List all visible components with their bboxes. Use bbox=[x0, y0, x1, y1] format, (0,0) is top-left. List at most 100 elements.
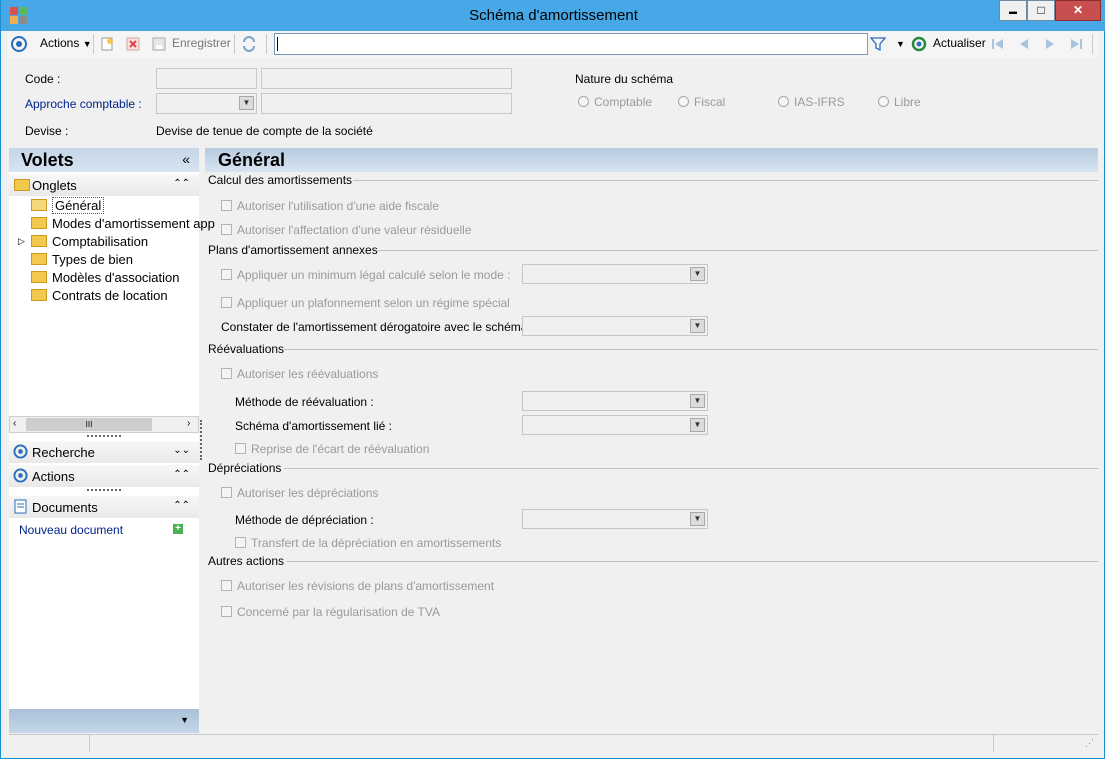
chevron-up-icon[interactable]: ⌃⌃ bbox=[173, 178, 190, 189]
radio-label: Comptable bbox=[594, 95, 653, 109]
checkbox-autoriser-depreciations[interactable]: Autoriser les dépréciations bbox=[221, 486, 378, 500]
tree-item-comptabilisation[interactable]: Comptabilisation bbox=[31, 234, 148, 249]
group-calcul-title: Calcul des amortissements bbox=[208, 173, 353, 187]
close-icon: ✕ bbox=[1072, 3, 1084, 17]
checkbox-transfert-depreciation[interactable]: Transfert de la dépréciation en amortiss… bbox=[235, 536, 501, 550]
checkbox-label: Reprise de l'écart de réévaluation bbox=[251, 442, 430, 456]
tree-item-label: Modes d'amortissement app bbox=[52, 216, 215, 231]
tree-item-modeles-association[interactable]: Modèles d'association bbox=[31, 270, 180, 285]
chevron-up-icon[interactable]: ⌃⌃ bbox=[173, 500, 190, 511]
collapse-pane-icon[interactable]: « bbox=[182, 151, 190, 167]
tree-item-contrats-location[interactable]: Contrats de location bbox=[31, 288, 168, 303]
code-field[interactable] bbox=[156, 68, 257, 89]
checkbox-valeur-residuelle[interactable]: Autoriser l'affectation d'une valeur rés… bbox=[221, 223, 472, 237]
main-window: Schéma d'amortissement ▬ □ ✕ Actions ▼ E… bbox=[0, 0, 1105, 759]
status-bar: ⋰ bbox=[9, 734, 1098, 752]
search-input[interactable] bbox=[274, 33, 868, 55]
new-doc-icon[interactable] bbox=[99, 36, 115, 52]
approche-comptable-link[interactable]: Approche comptable : bbox=[25, 97, 142, 111]
actions-menu[interactable]: Actions ▼ bbox=[40, 36, 92, 50]
expand-arrow-icon[interactable]: ▷ bbox=[18, 236, 25, 247]
tree-item-label: Comptabilisation bbox=[52, 234, 149, 249]
checkbox-regularisation-tva[interactable]: Concerné par la régularisation de TVA bbox=[221, 605, 440, 619]
tree-item-label: Types de bien bbox=[52, 252, 133, 267]
tree-item-modes[interactable]: Modes d'amortissement app bbox=[31, 216, 215, 231]
derogatoire-label: Constater de l'amortissement dérogatoire… bbox=[221, 320, 535, 334]
radio-ias-ifrs[interactable]: IAS-IFRS bbox=[778, 95, 845, 109]
resize-grip-icon[interactable]: ⋰ bbox=[1085, 738, 1094, 749]
scroll-left-icon[interactable]: ‹ bbox=[13, 418, 16, 429]
minimize-icon: ▬ bbox=[1009, 7, 1017, 16]
gear-circle-icon[interactable] bbox=[11, 36, 27, 52]
group-autres-title: Autres actions bbox=[208, 554, 285, 568]
chevron-up-icon[interactable]: ⌃⌃ bbox=[173, 469, 190, 480]
tree-item-types-bien[interactable]: Types de bien bbox=[31, 252, 133, 267]
close-button[interactable]: ✕ bbox=[1055, 0, 1101, 21]
approche-description-field[interactable] bbox=[261, 93, 512, 114]
minimum-legal-select[interactable]: ▼ bbox=[522, 264, 708, 284]
documents-section-header[interactable]: Documents ⌃⌃ bbox=[9, 496, 199, 518]
scroll-right-icon[interactable]: › bbox=[187, 418, 190, 429]
approche-comptable-select[interactable]: ▼ bbox=[156, 93, 257, 114]
radio-fiscal[interactable]: Fiscal bbox=[678, 95, 725, 109]
chevron-down-icon[interactable]: ▼ bbox=[180, 715, 189, 725]
nouveau-document-link[interactable]: Nouveau document bbox=[19, 523, 123, 537]
checkbox-icon bbox=[221, 487, 232, 498]
checkbox-label: Autoriser l'affectation d'une valeur rés… bbox=[237, 223, 472, 237]
separator bbox=[234, 34, 235, 54]
tree-item-label: Général bbox=[52, 197, 105, 214]
checkbox-icon bbox=[221, 580, 232, 591]
tree-item-general[interactable]: Général bbox=[31, 197, 105, 214]
checkbox-revisions-plans[interactable]: Autoriser les révisions de plans d'amort… bbox=[221, 579, 494, 593]
radio-circle-icon bbox=[678, 96, 689, 107]
save-button[interactable]: Enregistrer bbox=[172, 36, 231, 50]
main-section-header: Général bbox=[205, 148, 1098, 172]
filter-dropdown-icon[interactable]: ▼ bbox=[896, 39, 905, 49]
methode-depreciation-select[interactable]: ▼ bbox=[522, 509, 708, 529]
tree-item-label: Contrats de location bbox=[52, 288, 168, 303]
folder-icon bbox=[31, 253, 47, 265]
code-description-field[interactable] bbox=[261, 68, 512, 89]
checkbox-minimum-legal[interactable]: Appliquer un minimum légal calculé selon… bbox=[221, 268, 510, 282]
first-page-icon[interactable] bbox=[990, 36, 1006, 52]
minimize-button[interactable]: ▬ bbox=[999, 0, 1027, 21]
next-page-icon[interactable] bbox=[1042, 36, 1058, 52]
actions-title: Actions bbox=[32, 469, 75, 484]
refresh-icon[interactable] bbox=[911, 36, 927, 52]
maximize-button[interactable]: □ bbox=[1027, 0, 1055, 21]
splitter-grip[interactable] bbox=[87, 435, 121, 438]
checkbox-plafonnement[interactable]: Appliquer un plafonnement selon un régim… bbox=[221, 296, 510, 310]
horizontal-scrollbar[interactable]: ‹ III › bbox=[9, 416, 199, 433]
scroll-thumb[interactable]: III bbox=[26, 418, 152, 431]
checkbox-icon bbox=[221, 269, 232, 280]
title-bar: Schéma d'amortissement ▬ □ ✕ bbox=[1, 0, 1105, 31]
checkbox-icon bbox=[221, 224, 232, 235]
schema-lie-select[interactable]: ▼ bbox=[522, 415, 708, 435]
vertical-splitter-grip[interactable] bbox=[200, 420, 203, 460]
checkbox-reprise-ecart[interactable]: Reprise de l'écart de réévaluation bbox=[235, 442, 429, 456]
toolbar: Actions ▼ Enregistrer ▼ Actualiser bbox=[8, 31, 1098, 58]
derogatoire-select[interactable]: ▼ bbox=[522, 316, 708, 336]
prev-page-icon[interactable] bbox=[1016, 36, 1032, 52]
methode-reevaluation-select[interactable]: ▼ bbox=[522, 391, 708, 411]
radio-libre[interactable]: Libre bbox=[878, 95, 921, 109]
delete-icon[interactable] bbox=[125, 36, 141, 52]
text-caret bbox=[277, 37, 278, 51]
actions-section-header[interactable]: Actions ⌃⌃ bbox=[9, 465, 199, 487]
recherche-section-header[interactable]: Recherche ⌄⌄ bbox=[9, 441, 199, 463]
checkbox-label: Transfert de la dépréciation en amortiss… bbox=[251, 536, 502, 550]
splitter-grip[interactable] bbox=[87, 489, 121, 492]
onglets-section-header[interactable]: Onglets ⌃⌃ bbox=[9, 174, 199, 196]
refresh-button[interactable]: Actualiser bbox=[933, 36, 986, 50]
sync-icon[interactable] bbox=[241, 36, 257, 52]
checkbox-autoriser-reevaluations[interactable]: Autoriser les réévaluations bbox=[221, 367, 378, 381]
radio-comptable[interactable]: Comptable bbox=[578, 95, 652, 109]
filter-icon[interactable] bbox=[870, 36, 886, 52]
dropdown-arrow-icon: ▼ bbox=[82, 39, 92, 49]
last-page-icon[interactable] bbox=[1068, 36, 1084, 52]
add-icon[interactable]: + bbox=[173, 524, 183, 534]
chevron-down-icon[interactable]: ⌄⌄ bbox=[173, 445, 190, 456]
checkbox-aide-fiscale[interactable]: Autoriser l'utilisation d'une aide fisca… bbox=[221, 199, 439, 213]
checkbox-icon bbox=[235, 443, 246, 454]
save-icon[interactable] bbox=[151, 36, 167, 52]
